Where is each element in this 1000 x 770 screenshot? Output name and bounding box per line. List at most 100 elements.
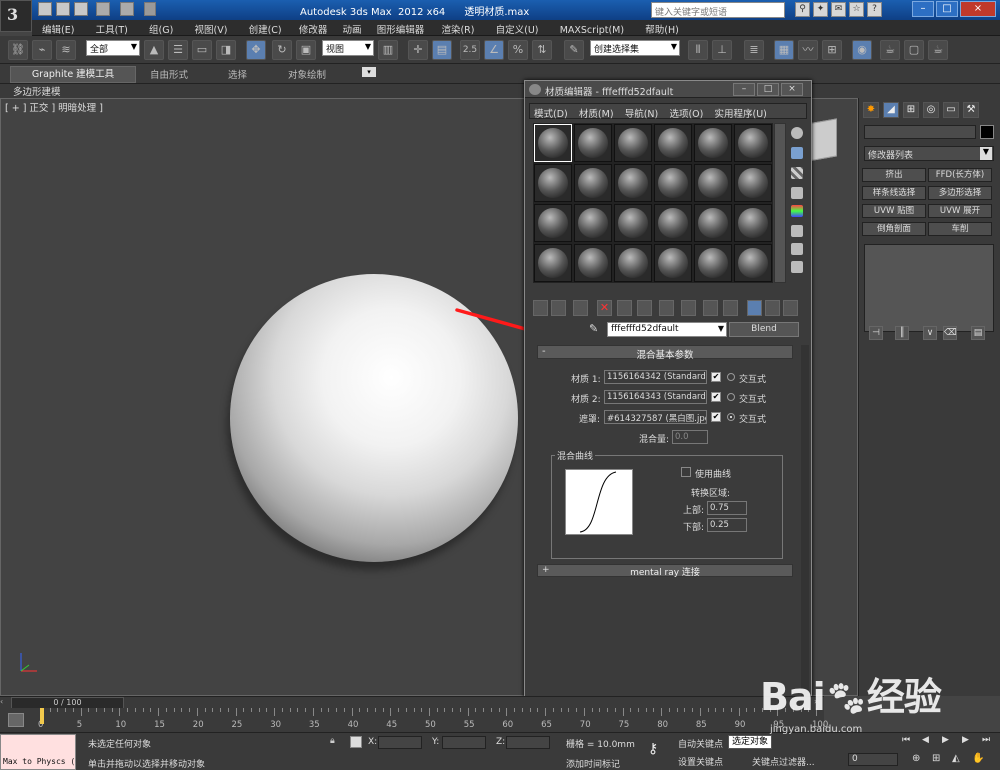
me-maximize-button[interactable]: □	[757, 83, 779, 96]
mix-amount-spinner[interactable]: 0.0	[672, 430, 708, 444]
material2-checkbox[interactable]: ✔	[711, 392, 721, 402]
schematic-view-icon[interactable]: ⊞	[822, 40, 842, 60]
keyboard-shortcut-icon[interactable]: ▤	[432, 40, 452, 60]
selection-filter-dropdown[interactable]: 全部	[86, 40, 140, 56]
polygon-modeling-label[interactable]: 多边形建模	[13, 84, 61, 98]
go-to-parent-icon[interactable]	[747, 300, 762, 316]
motion-tab-icon[interactable]: ◎	[923, 102, 939, 118]
set-key-icon[interactable]: ⚷	[648, 741, 670, 757]
create-tab-icon[interactable]: ✸	[863, 102, 879, 118]
select-manipulate-icon[interactable]: ✛	[408, 40, 428, 60]
transform-type-icon[interactable]	[350, 736, 362, 748]
sample-slot[interactable]	[574, 164, 612, 202]
field-of-view-icon[interactable]: ◭	[952, 753, 960, 764]
ribbon-options-icon[interactable]: ▾	[362, 67, 376, 77]
spline-select-button[interactable]: 样条线选择	[862, 186, 926, 200]
material1-checkbox[interactable]: ✔	[711, 372, 721, 382]
object-color-swatch[interactable]	[980, 125, 994, 139]
backlight-icon[interactable]	[791, 147, 803, 159]
me-minimize-button[interactable]: –	[733, 83, 755, 96]
maximize-button[interactable]: □	[936, 1, 958, 17]
material2-button[interactable]: 1156164343 (Standard)	[604, 390, 707, 404]
sample-slot[interactable]	[534, 204, 572, 242]
close-button[interactable]: ×	[960, 1, 996, 17]
assign-material-icon[interactable]	[573, 300, 588, 316]
mask-interactive-radio[interactable]	[727, 413, 735, 421]
select-scale-icon[interactable]: ▣	[296, 40, 316, 60]
select-move-icon[interactable]: ✥	[246, 40, 266, 60]
background-icon[interactable]	[791, 167, 803, 179]
bevel-profile-button[interactable]: 倒角剖面	[862, 222, 926, 236]
hierarchy-tab-icon[interactable]: ⊞	[903, 102, 919, 118]
percent-snap-icon[interactable]: %	[508, 40, 528, 60]
curve-editor-icon[interactable]: 〰	[798, 40, 818, 60]
sample-slot[interactable]	[734, 164, 772, 202]
angle-snap-icon[interactable]: ∠	[484, 40, 504, 60]
material1-button[interactable]: 1156164342 (Standard)	[604, 370, 707, 384]
uvw-map-button[interactable]: UVW 贴图	[862, 204, 926, 218]
sample-slot[interactable]	[614, 204, 652, 242]
rect-selection-icon[interactable]: ▭	[192, 40, 212, 60]
time-slider[interactable]: 0 / 100 ‹ ›	[0, 696, 824, 709]
me-close-button[interactable]: ×	[781, 83, 803, 96]
make-unique-icon[interactable]: ∨	[923, 326, 937, 340]
graphite-toggle-icon[interactable]: ▦	[774, 40, 794, 60]
sample-slot[interactable]	[534, 244, 572, 282]
sample-slot[interactable]	[694, 204, 732, 242]
mask-button[interactable]: #614327587 (黑白图.jpg)	[604, 410, 707, 424]
subscription-icon[interactable]: ✦	[813, 2, 828, 17]
undo-icon[interactable]	[96, 2, 110, 16]
pivot-center-icon[interactable]: ▥	[378, 40, 398, 60]
binoculars-icon[interactable]: ⚲	[795, 2, 810, 17]
selected-dropdown[interactable]: 选定对象	[728, 735, 772, 749]
set-key-button[interactable]: 设置关键点	[678, 755, 723, 768]
app-logo-icon[interactable]: 3	[0, 0, 32, 32]
save-file-icon[interactable]	[74, 2, 88, 16]
pan-hand-icon[interactable]: ✋	[972, 753, 984, 764]
maxscript-listener[interactable]: Max to Physcs (	[0, 734, 76, 770]
open-file-icon[interactable]	[56, 2, 70, 16]
auto-key-button[interactable]: 自动关键点	[678, 737, 723, 750]
next-frame-icon[interactable]: ▶	[962, 735, 969, 745]
layer-manager-icon[interactable]: ≣	[744, 40, 764, 60]
use-curve-checkbox[interactable]	[681, 467, 691, 477]
object-name-field[interactable]	[864, 125, 976, 139]
me-menu-utilities[interactable]: 实用程序(U)	[711, 104, 771, 122]
tab-freeform[interactable]: 自由形式	[150, 67, 188, 81]
ffd-box-button[interactable]: FFD(长方体)	[928, 168, 992, 182]
rendered-frame-icon[interactable]: ▢	[904, 40, 924, 60]
mirror-icon[interactable]: ⫴	[688, 40, 708, 60]
options-icon[interactable]	[791, 243, 803, 255]
sample-slot[interactable]	[654, 124, 692, 162]
make-unique-icon[interactable]	[637, 300, 652, 316]
qat-dropdown-icon[interactable]	[144, 2, 156, 16]
mask-checkbox[interactable]: ✔	[711, 412, 721, 422]
uvw-unwrap-button[interactable]: UVW 展开	[928, 204, 992, 218]
sample-type-icon[interactable]	[791, 127, 803, 139]
communication-icon[interactable]: ✉	[831, 2, 846, 17]
me-menu-mode[interactable]: 模式(D)	[530, 104, 572, 122]
tab-graphite-modeling[interactable]: Graphite 建模工具	[10, 66, 136, 83]
sample-slot[interactable]	[574, 124, 612, 162]
blend-params-rollout[interactable]: - 混合基本参数	[537, 345, 793, 361]
go-forward-sibling-icon[interactable]	[765, 300, 780, 316]
bind-spacewarp-icon[interactable]: ≋	[56, 40, 76, 60]
current-frame-field[interactable]: 0	[848, 753, 898, 766]
show-map-icon[interactable]	[703, 300, 718, 316]
redo-icon[interactable]	[120, 2, 134, 16]
go-to-start-icon[interactable]: ⏮	[902, 735, 910, 745]
search-input[interactable]: 键入关键字或短语	[651, 2, 785, 18]
sample-slot[interactable]	[534, 164, 572, 202]
lathe-button[interactable]: 车削	[928, 222, 992, 236]
sample-slot[interactable]	[614, 164, 652, 202]
video-color-check-icon[interactable]	[791, 205, 803, 217]
select-rotate-icon[interactable]: ↻	[272, 40, 292, 60]
modifier-list-dropdown[interactable]: 修改器列表	[864, 146, 994, 161]
me-menu-navigation[interactable]: 导航(N)	[621, 104, 663, 122]
unlink-icon[interactable]: ⌁	[32, 40, 52, 60]
remove-modifier-icon[interactable]: ⌫	[943, 326, 957, 340]
zoom-icon[interactable]: ⊕	[912, 753, 920, 764]
pin-stack-icon[interactable]: ⊣	[869, 326, 883, 340]
track-bar[interactable]: 0 5 10 15 20 25 30 35 40 45 50 55 60 65 70 75 80 85 90 95 10…	[0, 708, 828, 732]
go-to-end-icon[interactable]: ⏭	[982, 735, 990, 745]
